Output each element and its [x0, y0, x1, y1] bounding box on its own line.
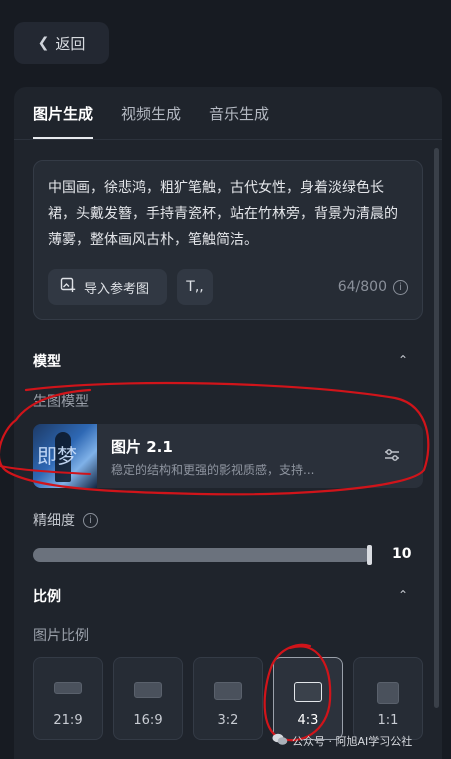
model-description: 稳定的结构和更强的影视质感，支持...: [111, 463, 315, 477]
ratio-option-16-9[interactable]: 16:9: [113, 657, 183, 740]
ratio-label: 1:1: [377, 713, 399, 728]
ratio-3-2-icon: [214, 682, 242, 700]
panel-scrollbar[interactable]: [434, 148, 439, 708]
model-selector[interactable]: 即梦 图片 2.1 稳定的结构和更强的影视质感，支持...: [33, 424, 423, 488]
import-reference-label: 导入参考图: [84, 281, 150, 297]
back-button[interactable]: ❮ 返回: [14, 22, 109, 64]
chevron-up-icon[interactable]: ⌃: [398, 588, 408, 602]
settings-sliders-icon[interactable]: [383, 446, 401, 464]
char-count: 64/800 i: [338, 279, 408, 295]
import-reference-button[interactable]: 导入参考图: [48, 269, 167, 305]
back-button-label: 返回: [55, 34, 86, 53]
ratio-label: 21:9: [53, 713, 83, 728]
precision-slider[interactable]: [33, 548, 371, 562]
ratio-option-21-9[interactable]: 21:9: [33, 657, 103, 740]
wechat-icon: [272, 733, 288, 749]
precision-label-row: 精细度 i: [33, 510, 98, 530]
ratio-label: 3:2: [217, 713, 239, 728]
chevron-up-icon[interactable]: ⌃: [398, 353, 408, 367]
precision-info-icon[interactable]: i: [83, 512, 98, 528]
ratio-label: 16:9: [133, 713, 163, 728]
model-name: 图片 2.1: [111, 438, 173, 456]
image-add-icon: [60, 277, 76, 297]
precision-label: 精细度: [33, 513, 75, 529]
generation-panel: 图片生成 视频生成 音乐生成 中国画，徐悲鸿，粗犷笔触，古代女性，身着淡绿色长裙…: [14, 87, 442, 759]
tab-music-generation[interactable]: 音乐生成: [209, 103, 269, 139]
precision-slider-handle[interactable]: [367, 545, 372, 565]
ratio-4-3-icon: [294, 682, 322, 702]
precision-value: 10: [392, 546, 412, 562]
model-sub-label: 生图模型: [33, 394, 89, 410]
prompt-text[interactable]: 中国画，徐悲鸿，粗犷笔触，古代女性，身着淡绿色长裙，头戴发簪，手持青瓷杯，站在竹…: [48, 175, 408, 253]
ratio-16-9-icon: [134, 682, 162, 698]
char-count-value: 64/800: [337, 279, 387, 295]
ratio-options: 21:9 16:9 3:2 4:3 1:1: [33, 657, 423, 740]
watermark: 公众号 · 阿旭AI学习公社: [272, 733, 412, 749]
model-section-title: 模型: [33, 354, 61, 370]
ratio-21-9-icon: [54, 682, 82, 694]
watermark-text: 公众号 · 阿旭AI学习公社: [292, 735, 413, 748]
tabs-divider: [14, 139, 442, 140]
info-icon[interactable]: i: [393, 279, 408, 295]
ratio-1-1-icon: [377, 682, 399, 704]
tab-video-generation[interactable]: 视频生成: [121, 103, 181, 139]
ratio-option-1-1[interactable]: 1:1: [353, 657, 423, 740]
thumbnail-text: 即梦: [37, 444, 77, 468]
ratio-option-3-2[interactable]: 3:2: [193, 657, 263, 740]
tab-image-generation[interactable]: 图片生成: [33, 103, 94, 139]
ratio-option-4-3[interactable]: 4:3: [273, 657, 343, 740]
text-style-button[interactable]: T,,: [177, 269, 213, 305]
ratio-section-title: 比例: [33, 589, 61, 605]
tab-bar: 图片生成 视频生成 音乐生成: [33, 103, 297, 139]
ratio-label: 4:3: [297, 713, 319, 728]
chevron-left-icon: ❮: [37, 35, 50, 51]
model-thumbnail: 即梦: [33, 424, 97, 488]
text-style-icon: T,,: [186, 279, 204, 295]
ratio-sub-label: 图片比例: [33, 628, 89, 644]
prompt-input[interactable]: 中国画，徐悲鸿，粗犷笔触，古代女性，身着淡绿色长裙，头戴发簪，手持青瓷杯，站在竹…: [33, 160, 423, 320]
